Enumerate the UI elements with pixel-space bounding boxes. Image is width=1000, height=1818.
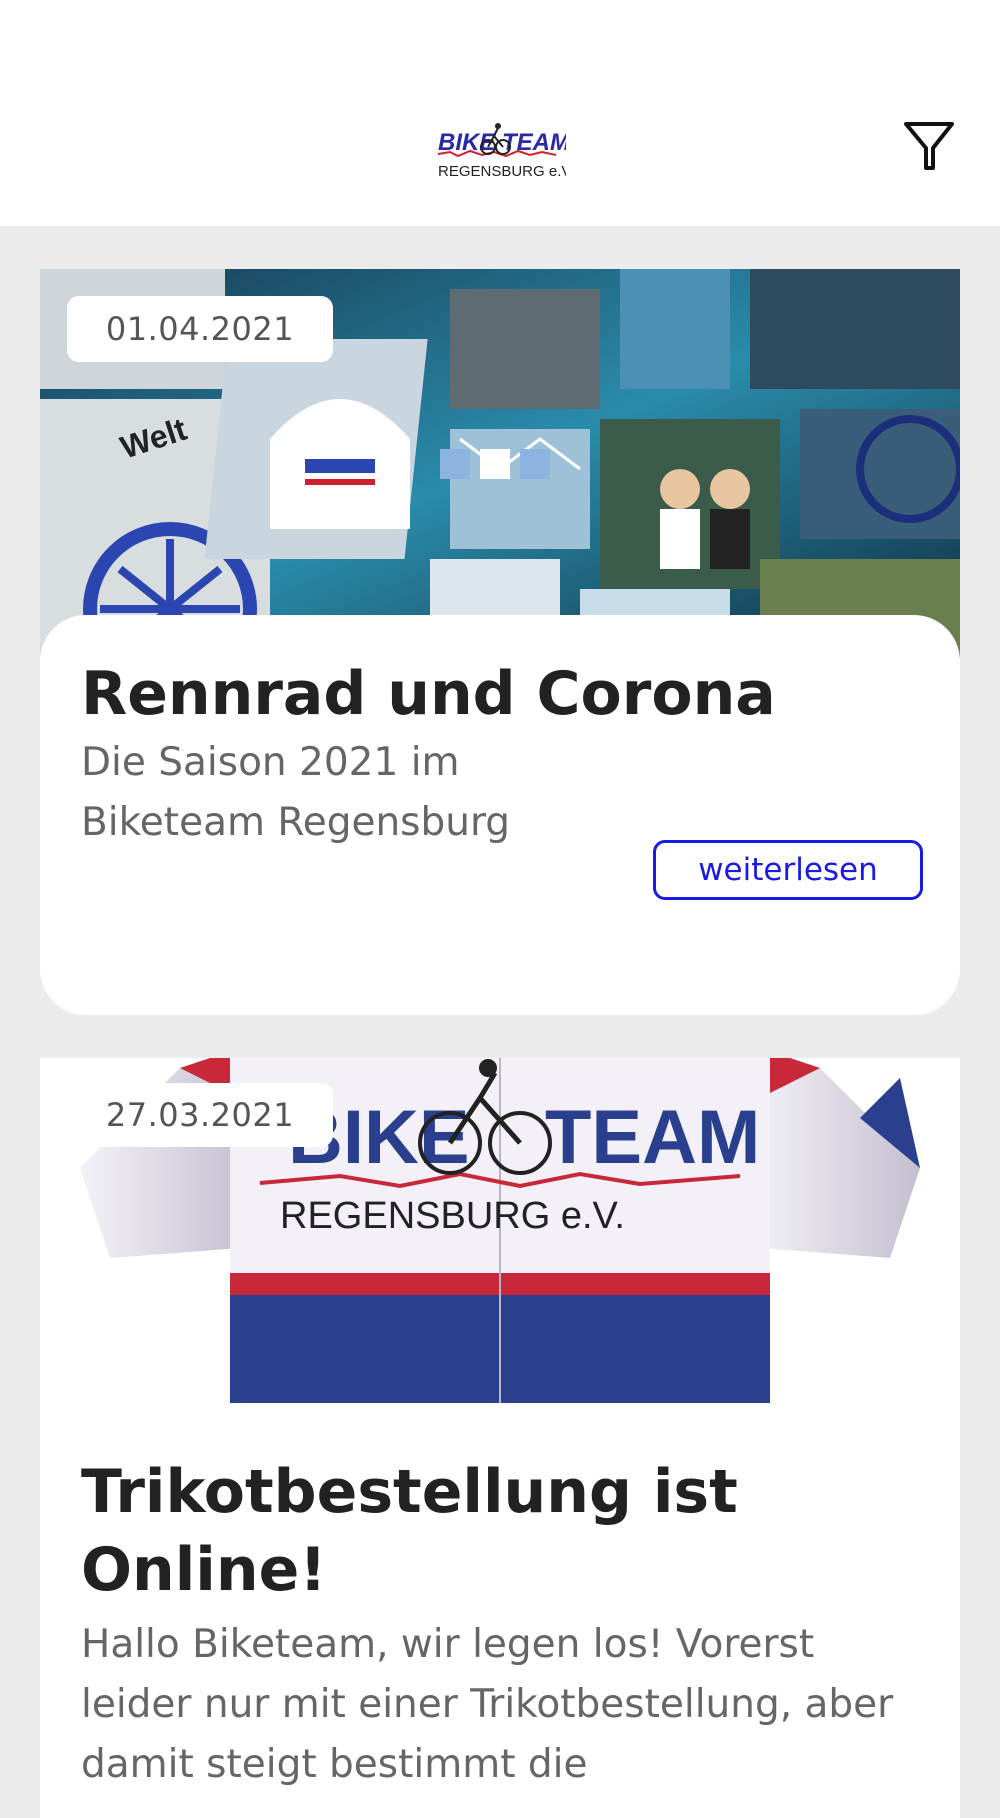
post-date-badge: 01.04.2021 <box>67 296 333 362</box>
post-title: Rennrad und Corona <box>81 659 776 729</box>
biketeam-logo: BIKE TEAM REGENSBURG e.V. <box>436 120 566 182</box>
logo-text-team: TEAM <box>502 129 566 156</box>
filter-button[interactable] <box>900 118 958 176</box>
post-title: Trikotbestellung ist Online! <box>81 1457 738 1605</box>
app-header: BIKE TEAM REGENSBURG e.V. <box>0 0 1000 226</box>
jersey-text-team: TEAM <box>545 1095 760 1180</box>
post-card[interactable]: BIKE TEAM REGENSBURG e.V. 27.03.2021 Tri… <box>40 1058 960 1818</box>
post-excerpt: Die Saison 2021 im Biketeam Regensburg <box>81 740 511 845</box>
read-more-button[interactable]: weiterlesen <box>653 840 923 900</box>
post-card-body: Rennrad und Corona Die Saison 2021 im Bi… <box>40 615 960 1015</box>
filter-icon <box>904 122 954 170</box>
logo-text-regensburg: REGENSBURG e.V. <box>438 163 566 180</box>
post-excerpt: Hallo Biketeam, wir legen los! Vorerst l… <box>81 1622 894 1787</box>
jersey-text-regensburg: REGENSBURG e.V. <box>280 1195 625 1237</box>
post-card-body: Trikotbestellung ist Online! Hallo Biket… <box>40 1403 960 1818</box>
post-date-badge: 27.03.2021 <box>67 1083 333 1147</box>
post-card[interactable]: Welt 01.04.2021 Rennrad und Corona Die S… <box>40 269 960 1015</box>
